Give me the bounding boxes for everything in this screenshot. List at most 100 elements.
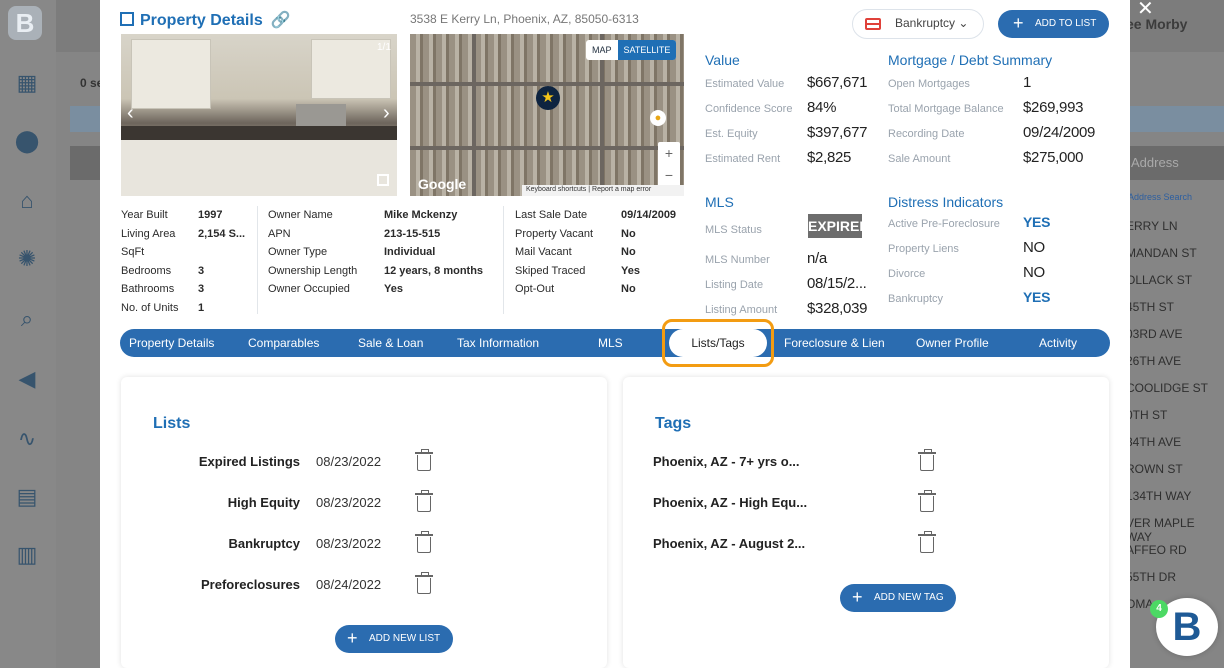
facts-col-3: Last Sale Date Property Vacant Mail Vacant… (515, 206, 593, 299)
facts-col-3-values: 09/14/2009 No No Yes No (621, 206, 676, 299)
megaphone-icon[interactable]: ◀ (12, 366, 42, 392)
trash-icon[interactable] (918, 531, 936, 553)
fact-value: No (621, 283, 636, 296)
fact-value: 1 (198, 301, 205, 314)
bar-chart-icon[interactable]: ▥ (12, 542, 42, 568)
fact-label: Ownership Length (268, 264, 358, 277)
app-sidebar: B ▦ ⬤ ⌂ ✺ ⌕ ◀ ∿ ▤ ▥ (0, 0, 56, 668)
tab-comparables[interactable]: Comparables (248, 336, 319, 350)
map-attribution[interactable]: Keyboard shortcuts | Report a map error (522, 185, 684, 196)
street-cell[interactable]: MANDAN ST (1126, 246, 1197, 260)
street-cell[interactable]: VER MAPLE WAY (1126, 516, 1224, 544)
link-icon[interactable]: 🔗 (271, 12, 291, 29)
tab-property-details[interactable]: Property Details (129, 336, 214, 350)
notification-badge: 4 (1150, 600, 1168, 618)
user-name[interactable]: ee Morby (1126, 16, 1187, 32)
location-pin-icon[interactable]: ⬤ (12, 128, 42, 154)
street-cell[interactable]: OLLACK ST (1126, 273, 1192, 287)
lists-panel: Lists Expired Listings 08/23/2022 High Equ… (121, 377, 607, 668)
fact-value: Mike Mckenzy (384, 209, 458, 221)
street-cell[interactable]: 0TH ST (1126, 408, 1167, 422)
property-photo[interactable]: 1/1 ‹ › (121, 34, 397, 196)
kv-label: Property Liens (888, 243, 959, 255)
plus-icon: + (852, 587, 863, 607)
trash-icon[interactable] (918, 490, 936, 512)
street-cell[interactable]: AFFEO RD (1126, 543, 1187, 557)
home-icon[interactable]: ⌂ (12, 188, 42, 214)
fact-value: No (621, 227, 636, 240)
fullscreen-icon[interactable] (377, 174, 389, 186)
tab-lists-tags[interactable]: Lists/Tags (662, 319, 774, 367)
trash-icon[interactable] (918, 449, 936, 471)
credit-card-icon (865, 18, 881, 30)
grid-icon[interactable]: ▦ (12, 70, 42, 96)
pegman-icon[interactable]: ● (650, 110, 666, 126)
street-cell[interactable]: 134TH WAY (1126, 489, 1191, 503)
status-select[interactable]: Bankruptcy ⌄ (852, 9, 984, 39)
street-cell[interactable]: 26TH AVE (1126, 354, 1181, 368)
kv-label: Sale Amount (888, 153, 951, 165)
zoom-in-icon[interactable]: + (658, 142, 680, 164)
kv-value: 09/24/2009 (1023, 124, 1096, 141)
trash-icon[interactable] (415, 490, 433, 512)
fact-label: Property Vacant (515, 227, 594, 240)
satellite-option[interactable]: SATELLITE (617, 40, 677, 60)
fact-value: 213-15-515 (384, 227, 441, 240)
trash-icon[interactable] (415, 531, 433, 553)
street-cell[interactable]: COOLIDGE ST (1126, 381, 1208, 395)
map-option[interactable]: MAP (586, 40, 618, 60)
close-icon[interactable]: ✕ (1137, 0, 1154, 21)
app-logo[interactable]: B (8, 6, 42, 40)
fact-value (198, 243, 245, 262)
prev-photo-icon[interactable]: ‹ (127, 102, 134, 125)
fact-value: 1997 (198, 209, 223, 221)
street-cell[interactable]: 55TH DR (1126, 570, 1176, 584)
fact-label: SqFt (121, 246, 145, 259)
zoom-out-icon[interactable]: − (658, 164, 680, 186)
kv-value: $397,677 (807, 124, 868, 141)
tags-panel: Tags Phoenix, AZ - 7+ yrs o... Phoenix, A… (623, 377, 1109, 668)
next-photo-icon[interactable]: › (383, 102, 390, 125)
street-cell[interactable]: 03RD AVE (1126, 327, 1182, 341)
kv-label: Est. Equity (705, 128, 758, 140)
street-cell[interactable]: ROWN ST (1126, 462, 1183, 476)
kv-label: Listing Date (705, 279, 764, 291)
home-search-icon[interactable]: ⌕ (12, 306, 42, 332)
tab-tax-information[interactable]: Tax Information (457, 336, 539, 350)
google-logo: Google (418, 176, 467, 192)
fact-label: Bedrooms (121, 264, 172, 277)
tab-owner-profile[interactable]: Owner Profile (916, 336, 989, 350)
chat-icon[interactable]: ▤ (12, 484, 42, 510)
add-new-tag-button[interactable]: + ADD NEW TAG (840, 584, 956, 612)
street-cell[interactable]: 45TH ST (1126, 300, 1174, 314)
support-chat-button[interactable]: B 4 (1150, 598, 1218, 656)
kv-label: Listing Amount (705, 304, 778, 316)
property-map[interactable]: MAP SATELLITE ★ ● + − Google Keyboard shor… (410, 34, 684, 196)
kv-value: n/a (807, 250, 827, 267)
tab-activity[interactable]: Activity (1039, 336, 1077, 350)
fact-label: Owner Occupied (268, 283, 350, 296)
lightbulb-icon[interactable]: ✺ (12, 246, 42, 272)
trash-icon[interactable] (415, 449, 433, 471)
map-type-toggle[interactable]: MAP SATELLITE (586, 40, 677, 60)
kv-label: Divorce (888, 268, 926, 280)
add-to-list-button[interactable]: + ADD TO LIST (998, 10, 1109, 38)
route-icon[interactable]: ∿ (12, 426, 42, 452)
facts-col-1: Year Built Living Area SqFt Bedrooms Bathroo… (121, 206, 178, 318)
tab-sale-loan[interactable]: Sale & Loan (358, 336, 423, 350)
street-cell[interactable]: 34TH AVE (1126, 435, 1181, 449)
street-cell[interactable]: ERRY LN (1126, 219, 1178, 233)
property-marker-icon[interactable]: ★ (536, 86, 560, 110)
address-column-header[interactable]: Address (1131, 155, 1179, 170)
fact-label: Living Area (121, 227, 176, 240)
facts-col-2: Owner Name APN Owner Type Ownership Length O… (268, 206, 357, 299)
property-details-modal: Property Details 🔗 3538 E Kerry Ln, Phoen… (100, 0, 1130, 668)
list-date: 08/23/2022 (316, 495, 382, 510)
trash-icon[interactable] (415, 572, 433, 594)
tab-foreclosure-lien[interactable]: Foreclosure & Lien (784, 336, 885, 350)
kv-value: NO (1023, 239, 1045, 256)
add-new-list-button[interactable]: + ADD NEW LIST (335, 625, 453, 653)
address-search-link[interactable]: Address Search (1128, 192, 1192, 202)
tab-mls[interactable]: MLS (598, 336, 623, 350)
kv-label: Open Mortgages (888, 78, 970, 90)
